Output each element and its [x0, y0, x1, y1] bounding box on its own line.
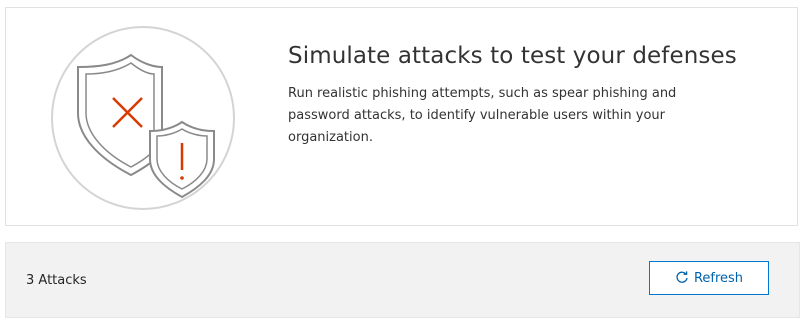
attacks-status-bar: 3 Attacks Refresh	[5, 242, 800, 318]
shield-warning-illustration	[50, 25, 236, 211]
hero-description: Run realistic phishing attempts, such as…	[288, 86, 677, 145]
refresh-icon	[675, 271, 689, 285]
hero-card: Simulate attacks to test your defenses R…	[5, 7, 798, 226]
attack-count-label: 3 Attacks	[26, 273, 87, 288]
hero-text: Simulate attacks to test your defenses R…	[288, 41, 768, 149]
refresh-button[interactable]: Refresh	[649, 261, 769, 295]
refresh-button-label: Refresh	[693, 270, 744, 286]
page-title: Simulate attacks to test your defenses	[288, 43, 737, 69]
